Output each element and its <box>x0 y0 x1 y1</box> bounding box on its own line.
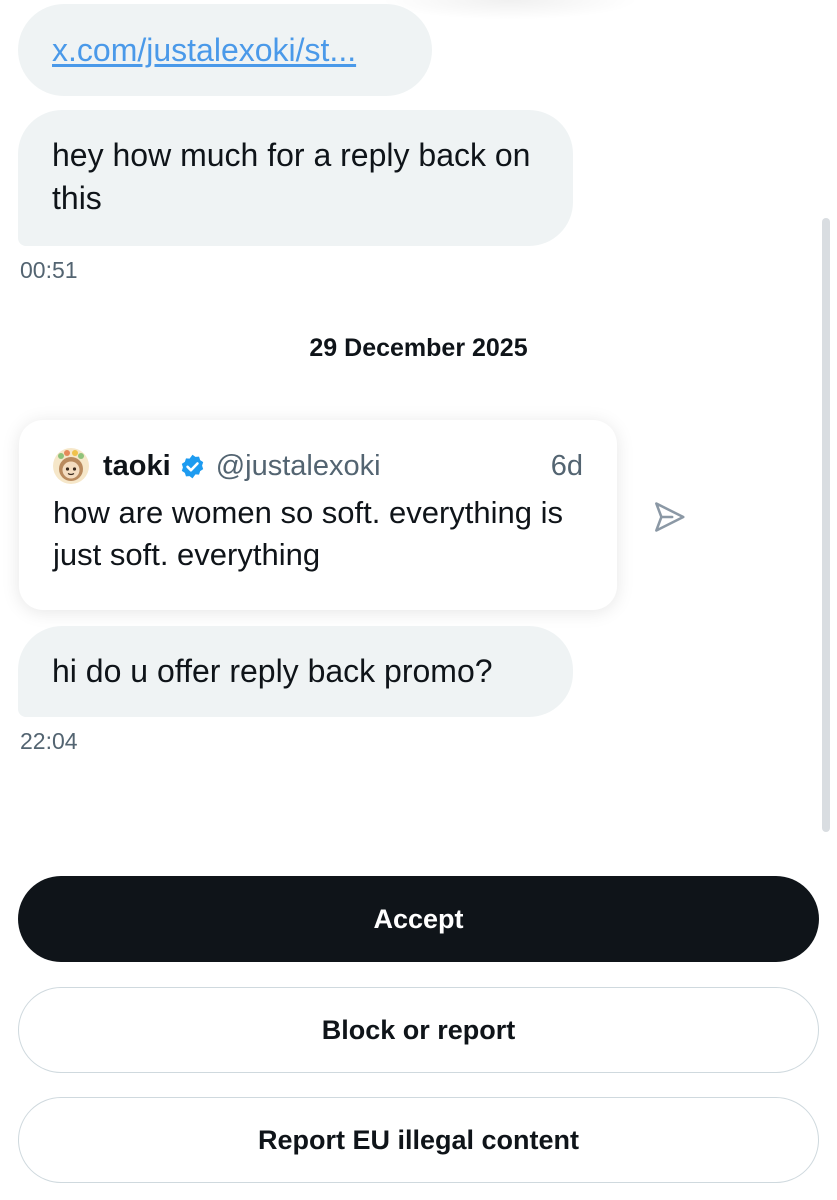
message-bubble-2[interactable]: hi do u offer reply back promo? <box>18 626 573 717</box>
shared-post-card[interactable]: taoki @justalexoki 6d how are women so s… <box>19 420 617 610</box>
date-separator: 29 December 2025 <box>309 334 528 362</box>
link-preview[interactable]: x.com/justalexoki/st... <box>52 32 356 69</box>
message-timestamp-1: 00:51 <box>20 257 78 283</box>
report-eu-illegal-content-button[interactable]: Report EU illegal content <box>18 1097 819 1183</box>
post-author-handle[interactable]: @justalexoki <box>216 450 381 483</box>
post-author-name[interactable]: taoki <box>103 450 171 483</box>
verified-badge-icon <box>181 454 203 478</box>
block-or-report-button[interactable]: Block or report <box>18 987 819 1073</box>
post-age: 6d <box>550 449 583 482</box>
message-text-2: hi do u offer reply back promo? <box>52 653 493 689</box>
post-text: how are women so soft. everything is jus… <box>53 495 564 572</box>
avatar[interactable] <box>53 448 89 484</box>
scrollbar[interactable] <box>822 218 830 832</box>
link-message-bubble[interactable]: x.com/justalexoki/st... <box>18 4 432 96</box>
shared-post-header: taoki @justalexoki 6d <box>53 448 583 484</box>
message-timestamp-2: 22:04 <box>20 728 78 754</box>
message-text-1: hey how much for a reply back on this <box>52 137 531 216</box>
accept-button[interactable]: Accept <box>18 876 819 962</box>
message-bubble-1[interactable]: hey how much for a reply back on this <box>18 110 573 246</box>
dm-request-screen: x.com/justalexoki/st... hey how much for… <box>0 0 837 1200</box>
send-icon[interactable] <box>650 498 688 536</box>
